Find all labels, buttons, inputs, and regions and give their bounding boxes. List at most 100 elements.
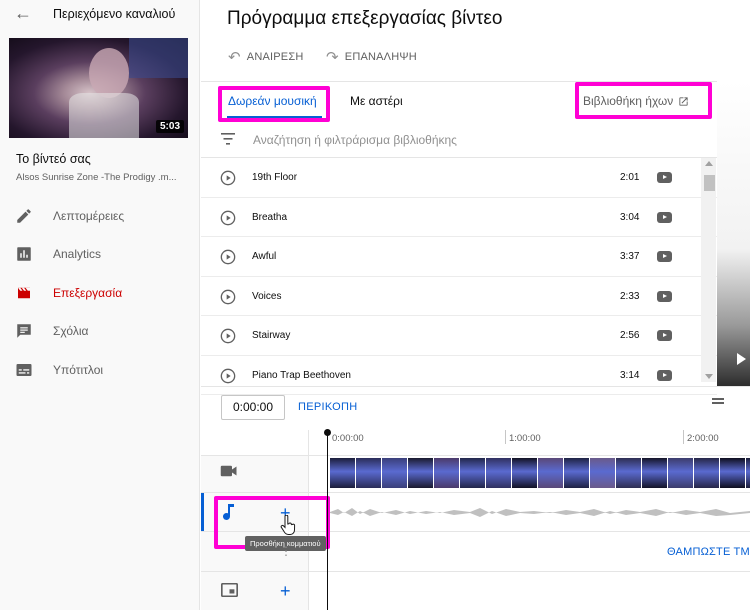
play-icon[interactable] bbox=[220, 289, 236, 305]
blur-add-icon[interactable]: ⋮ bbox=[280, 542, 292, 560]
track-name: Stairway bbox=[252, 330, 291, 341]
video-preview[interactable] bbox=[717, 81, 750, 386]
video-thumbnail[interactable]: 5:03 bbox=[9, 38, 188, 138]
divider bbox=[201, 455, 750, 456]
undo-icon: ↶ bbox=[228, 49, 241, 66]
active-tab-indicator bbox=[227, 116, 322, 118]
audio-waveform[interactable] bbox=[330, 500, 750, 524]
tab-starred[interactable]: Με αστέρι bbox=[350, 94, 403, 108]
timeline-menu-icon[interactable] bbox=[712, 398, 724, 404]
sidebar-item-subtitles[interactable]: Υπότιτλοι bbox=[0, 351, 200, 389]
divider bbox=[201, 571, 750, 572]
divider bbox=[201, 492, 750, 493]
youtube-icon[interactable] bbox=[657, 369, 672, 381]
library-search[interactable]: Αναζήτηση ή φιλτράρισμα βιβλιοθήκης bbox=[201, 122, 717, 158]
filter-icon bbox=[221, 133, 235, 145]
track-name: Piano Trap Beethoven bbox=[252, 369, 351, 381]
library-scrollbar[interactable] bbox=[701, 158, 716, 382]
back-arrow-icon[interactable]: ← bbox=[14, 3, 32, 24]
play-icon[interactable] bbox=[220, 368, 236, 384]
scroll-thumb[interactable] bbox=[704, 175, 715, 191]
active-row-indicator bbox=[201, 493, 204, 531]
sidebar-item-label: Επεξεργασία bbox=[53, 286, 123, 300]
track-row[interactable]: Awful 3:37 bbox=[201, 237, 717, 277]
play-icon[interactable] bbox=[220, 328, 236, 344]
time-input[interactable]: 0:00:00 bbox=[221, 395, 285, 420]
trim-button[interactable]: ΠΕΡΙΚΟΠΗ bbox=[298, 401, 358, 413]
filmstrip-frame bbox=[434, 458, 460, 488]
search-input[interactable]: Αναζήτηση ή φιλτράρισμα βιβλιοθήκης bbox=[253, 133, 457, 147]
ruler-tick bbox=[505, 430, 506, 444]
video-camera-icon bbox=[220, 465, 237, 477]
add-end-screen-icon[interactable]: + bbox=[280, 582, 291, 600]
sidebar-item-editor[interactable]: Επεξεργασία bbox=[0, 274, 200, 312]
undo-button[interactable]: ↶ ΑΝΑΙΡΕΣΗ bbox=[228, 48, 303, 66]
filmstrip-frame bbox=[746, 458, 750, 488]
filmstrip-frame bbox=[382, 458, 408, 488]
sidebar-item-label: Analytics bbox=[53, 247, 102, 261]
track-name: Awful bbox=[252, 251, 277, 262]
filmstrip-frame bbox=[564, 458, 590, 488]
redo-button[interactable]: ↷ ΕΠΑΝΑΛΗΨΗ bbox=[326, 48, 417, 66]
subtitles-icon bbox=[16, 364, 32, 376]
sidebar-item-analytics[interactable]: Analytics bbox=[0, 235, 200, 273]
youtube-icon[interactable] bbox=[657, 330, 672, 341]
track-duration: 3:37 bbox=[620, 251, 640, 262]
hand-cursor-icon bbox=[280, 515, 296, 535]
track-duration: 3:04 bbox=[620, 211, 640, 223]
track-row[interactable]: Breatha 3:04 bbox=[201, 198, 717, 237]
play-icon[interactable] bbox=[220, 249, 236, 265]
track-duration: 2:33 bbox=[620, 290, 640, 302]
audio-library-label: Βιβλιοθήκη ήχων bbox=[583, 94, 674, 108]
preview-play-icon[interactable] bbox=[737, 353, 746, 365]
tab-free-music[interactable]: Δωρεάν μουσική bbox=[228, 94, 317, 108]
filmstrip-frame bbox=[330, 458, 356, 488]
scroll-up-arrow-icon[interactable] bbox=[705, 161, 713, 166]
filmstrip-frame bbox=[694, 458, 720, 488]
play-icon[interactable] bbox=[220, 170, 236, 186]
track-row[interactable]: Stairway 2:56 bbox=[201, 316, 717, 356]
comments-icon bbox=[17, 324, 31, 338]
sidebar-item-label: Λεπτομέρειες bbox=[53, 209, 125, 223]
blur-button[interactable]: ΘΑΜΠΩΣΤΕ ΤΜΗ bbox=[667, 546, 750, 558]
end-screen-icon bbox=[221, 583, 238, 597]
video-title: Το βίντεό σας bbox=[16, 152, 91, 166]
filmstrip-frame bbox=[408, 458, 434, 488]
music-note-icon bbox=[223, 504, 234, 520]
playhead-handle[interactable] bbox=[324, 429, 331, 436]
audio-library-link[interactable]: Βιβλιοθήκη ήχων bbox=[583, 94, 689, 108]
external-link-icon bbox=[679, 96, 688, 106]
audio-library-panel: Δωρεάν μουσική Με αστέρι Βιβλιοθήκη ήχων… bbox=[201, 81, 717, 395]
redo-label: ΕΠΑΝΑΛΗΨΗ bbox=[344, 51, 417, 63]
filmstrip-frame bbox=[616, 458, 642, 488]
ruler-tick bbox=[683, 430, 684, 444]
filmstrip-frame bbox=[642, 458, 668, 488]
playhead[interactable] bbox=[327, 432, 328, 610]
editor-icon bbox=[18, 287, 30, 299]
redo-icon: ↷ bbox=[326, 49, 339, 66]
filmstrip-frame bbox=[356, 458, 382, 488]
back-label: Περιεχόμενο καναλιού bbox=[53, 7, 176, 21]
sidebar-item-details[interactable]: Λεπτομέρειες bbox=[0, 197, 200, 235]
sidebar-item-comments[interactable]: Σχόλια bbox=[0, 312, 200, 350]
undo-label: ΑΝΑΙΡΕΣΗ bbox=[246, 51, 304, 63]
filmstrip-frame bbox=[486, 458, 512, 488]
scroll-down-arrow-icon[interactable] bbox=[705, 374, 713, 379]
youtube-icon[interactable] bbox=[657, 251, 672, 262]
play-icon[interactable] bbox=[220, 210, 236, 226]
video-filmstrip[interactable] bbox=[330, 458, 750, 488]
divider bbox=[201, 386, 750, 387]
track-row[interactable]: Voices 2:33 bbox=[201, 277, 717, 316]
filmstrip-frame bbox=[668, 458, 694, 488]
back-to-channel-content[interactable]: ← Περιεχόμενο καναλιού bbox=[0, 0, 200, 30]
filmstrip-frame bbox=[460, 458, 486, 488]
ruler-label: 2:00:00 bbox=[687, 433, 719, 444]
youtube-icon[interactable] bbox=[657, 172, 672, 183]
youtube-icon[interactable] bbox=[657, 290, 672, 302]
page-title: Πρόγραμμα επεξεργασίας βίντεο bbox=[227, 8, 503, 29]
filmstrip-frame bbox=[538, 458, 564, 488]
filmstrip-frame bbox=[512, 458, 538, 488]
youtube-icon[interactable] bbox=[657, 211, 672, 223]
track-row[interactable]: 19th Floor 2:01 bbox=[201, 158, 717, 198]
track-row[interactable]: Piano Trap Beethoven 3:14 bbox=[201, 356, 717, 395]
